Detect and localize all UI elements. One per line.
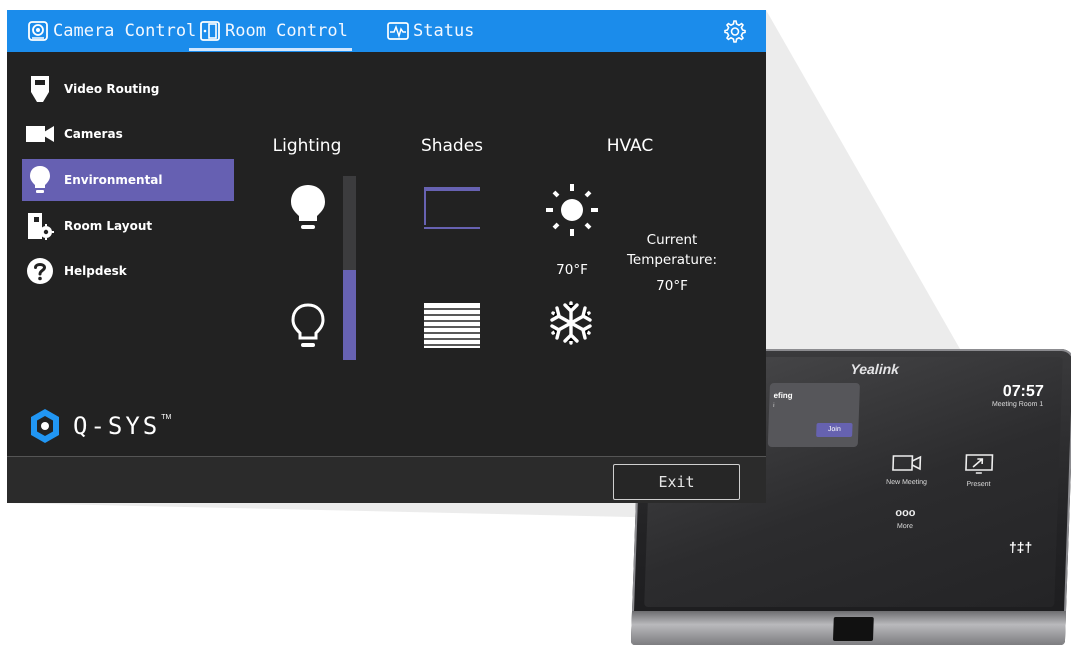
qsys-trademark: TM <box>161 413 172 421</box>
current-temperature-label: Current Temperature: <box>626 232 718 268</box>
tab-status[interactable]: Status <box>387 10 474 52</box>
sidebar-item-label: Video Routing <box>64 82 160 96</box>
present-label: Present <box>966 481 991 488</box>
more-label: More <box>896 523 914 530</box>
shades-open-icon[interactable] <box>423 186 481 231</box>
heat-mode-sun-icon[interactable] <box>544 182 600 238</box>
lighting-title: Lighting <box>272 136 342 156</box>
meeting-card-subtitle: i <box>773 403 775 409</box>
question-icon <box>22 257 58 285</box>
uci-panel: Camera Control Room Control Status Video… <box>7 10 766 503</box>
device-room-name: Meeting Room 1 <box>991 401 1044 408</box>
hdmi-connector-icon <box>22 74 58 104</box>
gear-icon[interactable] <box>723 20 747 44</box>
video-camera-icon <box>892 455 922 471</box>
lights-off-icon[interactable] <box>290 302 326 352</box>
sidebar-item-label: Cameras <box>64 127 123 141</box>
qsys-logo: Q-SYS TM <box>29 408 171 444</box>
exit-button[interactable]: Exit <box>613 464 740 500</box>
tab-status-label: Status <box>413 21 475 41</box>
top-tab-bar: Camera Control Room Control Status <box>7 10 766 52</box>
qsys-hexagon-icon <box>31 409 59 443</box>
device-camera <box>832 617 874 641</box>
device-brand: Yealink <box>850 361 900 377</box>
device-clock: 07:57 <box>1002 383 1044 400</box>
active-tab-indicator <box>189 48 352 51</box>
new-meeting-label: New Meeting <box>885 479 928 486</box>
shades-title: Shades <box>420 136 484 156</box>
lighting-level-slider[interactable] <box>343 176 356 360</box>
cool-mode-snowflake-icon[interactable] <box>549 301 593 345</box>
camera-lens-icon <box>28 21 48 41</box>
sidebar-item-environmental[interactable]: Environmental <box>22 159 234 201</box>
meeting-card[interactable]: efing i Join <box>767 383 860 447</box>
hvac-title: HVAC <box>606 136 654 156</box>
shades-closed-icon[interactable] <box>423 302 481 352</box>
tab-room-control-label: Room Control <box>225 21 348 41</box>
mixer-icon[interactable]: †‡† <box>1009 539 1033 555</box>
sidebar-item-room-layout[interactable]: Room Layout <box>22 205 234 247</box>
lighting-level-fill <box>343 269 356 360</box>
current-temperature-value: 70°F <box>656 278 688 294</box>
present-button[interactable]: Present <box>948 453 1009 488</box>
tab-room-control[interactable]: Room Control <box>199 10 348 52</box>
join-button[interactable]: Join <box>816 423 853 437</box>
lightbulb-icon <box>22 165 58 195</box>
sidebar-item-video-routing[interactable]: Video Routing <box>22 68 234 110</box>
sidebar-item-label: Helpdesk <box>64 264 127 278</box>
hvac-setpoint: 70°F <box>556 262 588 278</box>
screen-share-icon <box>965 454 994 474</box>
sidebar-item-cameras[interactable]: Cameras <box>22 113 234 155</box>
qsys-logo-text: Q-SYS <box>73 412 161 440</box>
lights-on-icon[interactable] <box>290 184 326 232</box>
tab-camera-control[interactable]: Camera Control <box>27 10 196 52</box>
room-layout-gear-icon <box>22 211 58 241</box>
new-meeting-button[interactable]: New Meeting <box>876 453 937 486</box>
waveform-icon <box>387 22 409 40</box>
door-icon <box>200 21 220 41</box>
more-dots-icon: ooo <box>895 507 916 519</box>
video-camera-icon <box>22 124 58 144</box>
sidebar-item-label: Environmental <box>64 173 163 187</box>
sidebar-item-label: Room Layout <box>64 219 153 233</box>
more-button[interactable]: ooo More <box>875 507 936 530</box>
device-base <box>630 611 1067 645</box>
sidebar-item-helpdesk[interactable]: Helpdesk <box>22 250 234 292</box>
tab-camera-control-label: Camera Control <box>53 21 197 41</box>
meeting-card-title: efing <box>773 391 793 400</box>
